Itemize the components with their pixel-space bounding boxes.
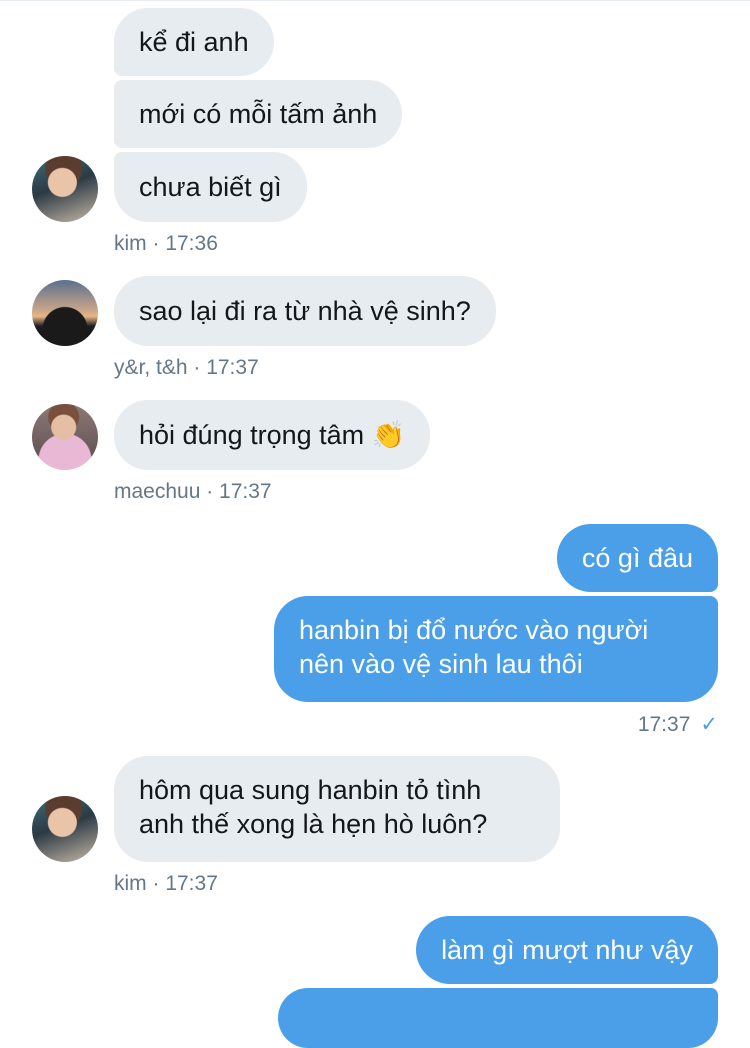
message-text: mới có mỗi tấm ảnh xyxy=(139,99,378,129)
read-check-icon: ✓ xyxy=(700,713,718,736)
message-line: anh thế xong là hẹn hò luôn? xyxy=(139,809,488,839)
message-meta: kim · 17:37 xyxy=(114,872,218,895)
message-bubble[interactable]: chưa biết gì xyxy=(114,152,307,222)
message-line: hanbin bị đổ nước vào người xyxy=(299,615,649,645)
message-text: hanbin bị đổ nước vào người nên vào vệ s… xyxy=(299,613,648,681)
message-text: kể đi anh xyxy=(139,27,249,57)
message-bubble[interactable]: kể đi anh xyxy=(114,8,274,76)
message-meta: y&r, t&h · 17:37 xyxy=(114,356,259,379)
sent-message-bubble[interactable]: làm gì mượt như vậy xyxy=(416,916,718,984)
avatar-maechuu[interactable] xyxy=(32,404,98,470)
message-meta: kim · 17:36 xyxy=(114,232,218,255)
message-line: hôm qua sung hanbin tỏ tình xyxy=(139,775,482,805)
sent-message-bubble[interactable]: hanbin bị đổ nước vào người nên vào vệ s… xyxy=(274,596,718,702)
avatar-yr-th[interactable] xyxy=(32,280,98,346)
message-text: chưa biết gì xyxy=(139,172,282,202)
message-meta: maechuu · 17:37 xyxy=(114,480,272,503)
sent-time: 17:37 xyxy=(637,713,691,736)
message-line: nên vào vệ sinh lau thôi xyxy=(299,649,583,679)
avatar-kim[interactable] xyxy=(32,156,98,222)
message-text: hỏi đúng trọng tâm 👏 xyxy=(139,420,406,450)
message-bubble[interactable]: hôm qua sung hanbin tỏ tình anh thế xong… xyxy=(114,756,560,862)
message-text: làm gì mượt như vậy xyxy=(441,935,693,965)
message-bubble[interactable]: sao lại đi ra từ nhà vệ sinh? xyxy=(114,276,496,346)
top-divider xyxy=(0,0,750,1)
message-text: có gì đâu xyxy=(581,543,693,573)
sent-message-bubble-partial[interactable] xyxy=(278,988,718,1048)
sent-message-bubble[interactable]: có gì đâu xyxy=(556,524,718,592)
sent-message-meta: 17:37 ✓ xyxy=(638,712,718,737)
message-text: sao lại đi ra từ nhà vệ sinh? xyxy=(139,296,471,326)
avatar-kim[interactable] xyxy=(32,796,98,862)
message-bubble[interactable]: hỏi đúng trọng tâm 👏 xyxy=(114,400,431,470)
message-text: hôm qua sung hanbin tỏ tình anh thế xong… xyxy=(139,773,487,841)
message-bubble[interactable]: mới có mỗi tấm ảnh xyxy=(114,80,403,148)
